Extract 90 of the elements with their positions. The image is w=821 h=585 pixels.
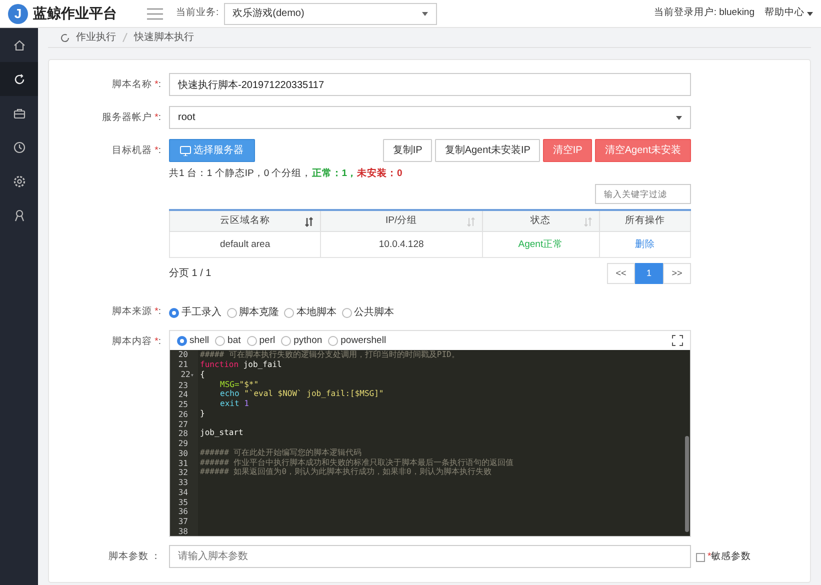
action-button[interactable]: 复制Agent未安装IP [434,139,540,162]
field-label: 脚本来源 *: [111,305,161,320]
line-number: 35 [177,498,189,508]
line-number: 25 [177,400,189,410]
column-header[interactable]: 状态 [482,210,600,232]
code-editor[interactable] [170,350,690,536]
line-number: 21 [177,360,189,370]
breadcrumb-item: 快速脚本执行 [134,30,194,45]
line-number: 36 [177,507,189,517]
line-number: 31 [177,458,189,468]
sort-icon[interactable] [305,216,314,227]
line-number: 30 [177,448,189,458]
code-line: exit 1 [219,399,250,409]
code-line: MSG="$*" [219,380,260,390]
code-line: } [199,408,206,418]
caret-icon [807,12,813,16]
action-button[interactable]: 复制IP [382,139,432,162]
breadcrumb-separator-icon [122,33,128,42]
code-line: ###### 可在此处开始编写您的脚本逻辑代码 [199,448,363,458]
breadcrumb-item[interactable]: 作业执行 [76,30,116,45]
app-title: 蓝鲸作业平台 [33,4,117,23]
radio-option[interactable]: shell [177,334,210,348]
page-button[interactable]: 1 [635,263,663,284]
refresh-icon [12,72,26,86]
fullscreen-icon[interactable] [672,335,683,346]
line-number: 26 [177,410,189,420]
params-input[interactable]: 请输入脚本参数 [169,545,691,568]
code-line: job_start [199,428,244,438]
line-number: 33 [177,478,189,488]
target-summary: 共1 台：1 个静态IP，0 个分组，正常：1，未安装：0 [169,167,404,181]
delete-link[interactable]: 删除 [634,238,655,250]
code-line: ###### 作业平台中执行脚本成功和失败的标准只取决于脚本最后一条执行语句的返回值 [199,458,515,468]
line-number: 38 [177,526,189,536]
line-number: 34 [177,488,189,498]
line-number: 20 [177,350,189,360]
code-line: echo "`eval $NOW` job_fail:[$MSG]" [219,389,385,399]
page-button[interactable]: << [607,263,635,284]
radio-option[interactable]: perl [246,334,276,348]
line-number: 37 [177,517,189,527]
code-line: ###### 如果返回值为0，则认为此脚本执行成功，如果非0，则认为脚本执行失败 [199,467,492,477]
column-header[interactable]: IP/分组 [320,210,482,232]
code-line: { [199,370,206,380]
radio-option[interactable]: bat [215,334,241,348]
refresh-icon [60,32,70,42]
code-line: function job_fail [199,360,283,370]
radio-option[interactable]: python [281,334,322,348]
filter-input[interactable]: 输入关键字过滤 [595,184,691,204]
script-name-input[interactable]: 快速执行脚本-201971220335117 [169,73,691,96]
caret-icon [676,116,682,120]
field-label: 目标机器 *: [111,144,161,158]
status-cell: Agent正常 [482,232,600,258]
column-header: 所有操作 [599,210,690,232]
account-select[interactable]: root [169,106,691,129]
field-label: 服务器帐户 *: [101,111,161,125]
field-label: 脚本内容 *: [111,335,161,350]
sensitive-checkbox[interactable]: *敏感参数 [696,545,752,564]
line-number: 32 [177,468,189,478]
line-number: 23 [177,380,189,390]
radio-option[interactable]: 手工录入 [169,305,222,320]
current-user: 当前登录用户: blueking [654,6,754,20]
sidebar-item[interactable] [0,62,38,96]
line-number: 28 [177,429,189,439]
home-icon [12,38,26,52]
page-info: 分页 1 / 1 [169,267,212,282]
field-label: 脚本名称 *: [111,78,161,92]
radio-option[interactable]: powershell [328,334,386,348]
table-cell: default area [170,232,321,258]
help-menu[interactable]: 帮助中心 [764,6,813,21]
table-cell: 10.0.4.128 [320,232,482,258]
settings-icon [12,174,26,188]
monitor-icon [180,146,191,156]
business-select[interactable]: 欢乐游戏(demo) [224,2,437,24]
line-number: 24 [177,390,189,400]
code-line: ##### 可在脚本执行失败的逻辑分支处调用，打印当时的时间戳及PID。 [199,350,460,360]
column-header[interactable]: 云区域名称 [170,210,321,232]
page-button[interactable]: >> [663,263,691,284]
menu-icon[interactable] [147,6,163,20]
logo-icon: J [8,4,28,24]
business-label: 当前业务: [176,6,219,20]
person-icon [12,208,26,222]
radio-option[interactable]: 本地脚本 [284,305,336,320]
line-number: 29 [177,439,189,449]
radio-option[interactable]: 公共脚本 [342,305,394,320]
briefcase-icon [12,106,26,120]
field-label: 脚本参数 ： [107,550,161,564]
scrollbar[interactable] [685,436,689,532]
line-number: 27 [177,420,189,430]
caret-icon [422,12,428,16]
radio-option[interactable]: 脚本克隆 [226,305,279,320]
clock-icon [12,140,26,154]
